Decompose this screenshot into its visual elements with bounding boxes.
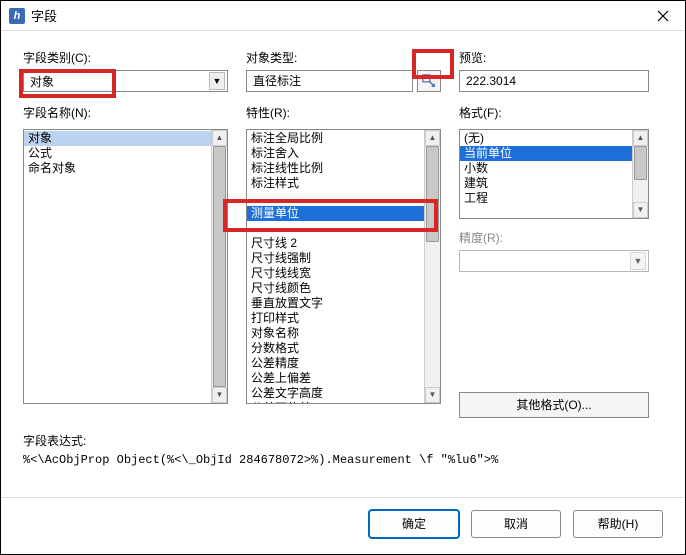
cancel-button[interactable]: 取消: [471, 510, 561, 538]
list-item[interactable]: 命名对象: [24, 161, 227, 176]
list-item[interactable]: 公式: [24, 146, 227, 161]
list-item[interactable]: 建筑: [460, 176, 648, 191]
list-item[interactable]: 标注全局比例: [247, 131, 440, 146]
property-listbox[interactable]: 标注全局比例 标注舍入 标注线性比例 标注样式 … 测量单位 … 尺寸线 2 尺…: [246, 129, 441, 404]
list-item[interactable]: 标注舍入: [247, 146, 440, 161]
scrollbar[interactable]: ▲ ▼: [632, 130, 648, 218]
field-category-combo[interactable]: 对象 ▼: [23, 70, 228, 92]
list-item[interactable]: 尺寸线颜色: [247, 281, 440, 296]
precision-combo: ▼: [459, 250, 649, 272]
list-item[interactable]: …: [247, 191, 440, 206]
expression-text: %<\AcObjProp Object(%<\_ObjId 284678072>…: [23, 453, 663, 467]
scroll-up-icon[interactable]: ▲: [633, 130, 648, 146]
list-item[interactable]: 公差文字高度: [247, 386, 440, 401]
list-item[interactable]: 测量单位: [247, 206, 440, 221]
dialog-content: 字段类别(C): 对象 ▼ 字段名称(N): 对象 公式 命名对象 ▲ ▼: [1, 31, 685, 497]
scroll-down-icon[interactable]: ▼: [212, 387, 227, 403]
dialog-button-row: 确定 取消 帮助(H): [1, 497, 685, 554]
list-item[interactable]: 尺寸线强制: [247, 251, 440, 266]
list-item[interactable]: 标注样式: [247, 176, 440, 191]
expression-label: 字段表达式:: [23, 432, 663, 449]
list-item[interactable]: 公差下偏差: [247, 401, 440, 404]
list-item[interactable]: 尺寸线 2: [247, 236, 440, 251]
field-name-listbox[interactable]: 对象 公式 命名对象 ▲ ▼: [23, 129, 228, 404]
list-item[interactable]: 尺寸线线宽: [247, 266, 440, 281]
dropdown-arrow-icon: ▼: [630, 252, 646, 270]
list-item[interactable]: 公差精度: [247, 356, 440, 371]
preview-label: 预览:: [459, 49, 649, 66]
list-item[interactable]: 标注线性比例: [247, 161, 440, 176]
help-button[interactable]: 帮助(H): [573, 510, 663, 538]
list-item[interactable]: 当前单位: [460, 146, 648, 161]
scrollbar[interactable]: ▲ ▼: [424, 130, 440, 403]
close-icon: [657, 10, 669, 22]
field-category-label: 字段类别(C):: [23, 49, 228, 66]
list-item[interactable]: 垂直放置文字: [247, 296, 440, 311]
field-category-value: 对象: [30, 73, 54, 90]
list-item[interactable]: 公差上偏差: [247, 371, 440, 386]
object-type-field[interactable]: 直径标注: [246, 70, 413, 92]
scroll-down-icon[interactable]: ▼: [425, 387, 440, 403]
scroll-up-icon[interactable]: ▲: [425, 130, 440, 146]
pick-object-button[interactable]: [417, 70, 441, 92]
pick-object-icon: [422, 74, 436, 88]
list-item[interactable]: 打印样式: [247, 311, 440, 326]
precision-label: 精度(R):: [459, 229, 649, 246]
close-button[interactable]: [640, 1, 685, 31]
field-name-label: 字段名称(N):: [23, 104, 228, 121]
list-item[interactable]: 对象: [24, 131, 227, 146]
list-item[interactable]: 工程: [460, 191, 648, 206]
list-item[interactable]: 小数: [460, 161, 648, 176]
scrollbar[interactable]: ▲ ▼: [211, 130, 227, 403]
scroll-down-icon[interactable]: ▼: [633, 202, 648, 218]
dropdown-arrow-icon: ▼: [209, 72, 225, 90]
ok-button[interactable]: 确定: [369, 510, 459, 538]
list-item[interactable]: …: [247, 221, 440, 236]
list-item[interactable]: 对象名称: [247, 326, 440, 341]
scroll-up-icon[interactable]: ▲: [212, 130, 227, 146]
dialog-window: h 字段 字段类别(C): 对象 ▼ 字段名称(N): 对象 公式 命: [0, 0, 686, 555]
titlebar: h 字段: [1, 1, 685, 31]
list-item[interactable]: 分数格式: [247, 341, 440, 356]
format-listbox[interactable]: (无) 当前单位 小数 建筑 工程 ▲ ▼: [459, 129, 649, 219]
app-icon: h: [9, 8, 25, 24]
dialog-title: 字段: [31, 6, 57, 25]
format-label: 格式(F):: [459, 104, 649, 121]
preview-value: 222.3014: [459, 70, 649, 92]
other-format-button[interactable]: 其他格式(O)...: [459, 392, 649, 418]
list-item[interactable]: (无): [460, 131, 648, 146]
property-label: 特性(R):: [246, 104, 441, 121]
object-type-label: 对象类型:: [246, 49, 441, 66]
